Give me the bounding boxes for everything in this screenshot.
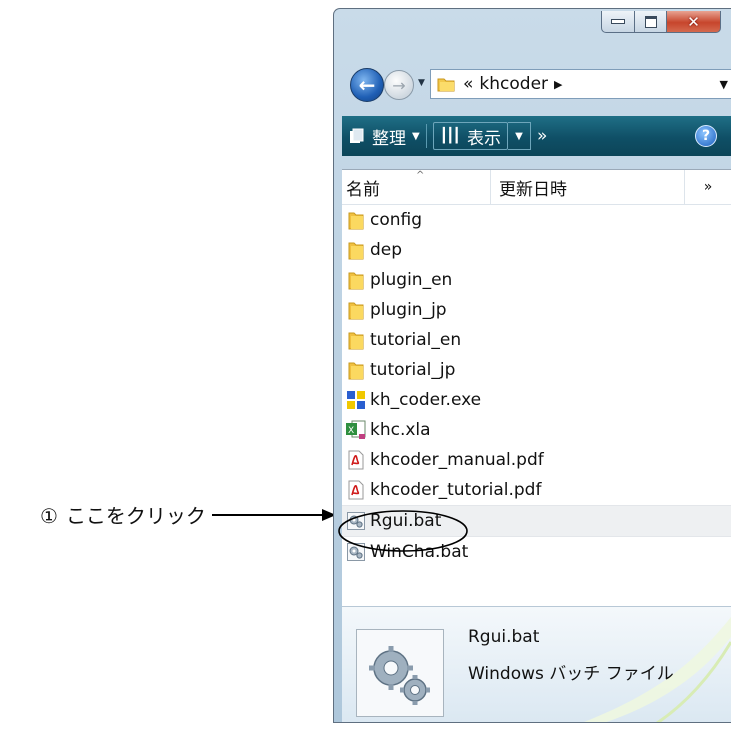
column-header-date[interactable]: 更新日時 <box>491 170 685 204</box>
toolbar-overflow-label: » <box>537 126 548 146</box>
exe-icon <box>346 390 366 410</box>
folder-icon <box>346 330 366 350</box>
organize-label: 整理 <box>372 128 406 149</box>
pdf-icon <box>346 450 366 470</box>
file-list-item[interactable]: plugin_jp <box>342 295 731 325</box>
sort-ascending-icon: ^ <box>416 170 425 181</box>
organize-dropdown-icon: ▼ <box>412 130 420 142</box>
file-name-label: tutorial_en <box>370 330 462 350</box>
help-button[interactable]: ? <box>695 125 717 147</box>
column-overflow-button[interactable]: » <box>685 179 731 195</box>
back-button[interactable]: ← <box>350 68 384 102</box>
batch-file-large-icon <box>356 629 444 717</box>
details-file-type: Windows バッチ ファイル <box>468 664 674 684</box>
forward-button[interactable]: → <box>384 70 414 100</box>
file-name-label: config <box>370 210 423 230</box>
file-name-label: plugin_en <box>370 270 453 290</box>
file-name-label: dep <box>370 240 403 260</box>
annotation-ellipse <box>338 510 468 552</box>
details-pane: Rgui.bat Windows バッチ ファイル <box>342 606 731 722</box>
file-name-label: tutorial_jp <box>370 360 456 380</box>
help-icon: ? <box>701 128 711 144</box>
folder-icon <box>346 360 366 380</box>
maximize-button[interactable] <box>635 11 667 33</box>
views-dropdown-button[interactable]: ▼ <box>508 122 531 150</box>
close-icon: ✕ <box>687 12 700 31</box>
file-list-item[interactable]: Xkhc.xla <box>342 415 731 445</box>
column-header-row: 名前 ^ 更新日時 » <box>342 170 731 205</box>
annotation-text: ここをクリック <box>65 504 206 528</box>
folder-icon <box>346 270 366 290</box>
close-button[interactable]: ✕ <box>667 11 721 33</box>
organize-button[interactable]: 整理 ▼ <box>342 116 426 156</box>
column-overflow-label: » <box>703 179 713 195</box>
annotation-arrow-icon <box>212 509 336 521</box>
file-list-item[interactable]: tutorial_en <box>342 325 731 355</box>
folder-icon <box>346 210 366 230</box>
address-overflow-chevron[interactable]: « <box>463 74 473 94</box>
file-name-label: plugin_jp <box>370 300 447 320</box>
annotation-number: ① <box>40 504 58 528</box>
explorer-window: ✕ ← → ▼ « khcoder ▶ ▼ 整理 ▼ ┃┃┃ 表示 ▼ » ? … <box>333 8 731 723</box>
recent-pages-dropdown-icon[interactable]: ▼ <box>418 78 425 88</box>
file-list-item[interactable]: khcoder_manual.pdf <box>342 445 731 475</box>
address-path-segment[interactable]: khcoder <box>479 74 548 94</box>
address-bar[interactable]: « khcoder ▶ ▼ <box>430 69 731 99</box>
file-name-label: kh_coder.exe <box>370 390 482 410</box>
command-bar: 整理 ▼ ┃┃┃ 表示 ▼ » ? <box>342 116 731 156</box>
excel-icon: X <box>346 420 366 440</box>
annotation-label: ① ここをクリック <box>40 500 206 529</box>
file-list-item[interactable]: plugin_en <box>342 265 731 295</box>
column-header-name[interactable]: 名前 ^ <box>342 170 491 204</box>
file-list-item[interactable]: kh_coder.exe <box>342 385 731 415</box>
forward-arrow-icon: → <box>392 75 406 95</box>
folder-icon <box>346 300 366 320</box>
file-list-item[interactable]: tutorial_jp <box>342 355 731 385</box>
file-name-label: khcoder_manual.pdf <box>370 450 544 470</box>
maximize-icon <box>644 15 657 28</box>
toolbar-divider <box>425 124 427 148</box>
minimize-icon <box>611 19 625 24</box>
details-file-name: Rgui.bat <box>468 627 540 647</box>
chevron-down-icon: ▼ <box>515 130 523 142</box>
views-icon: ┃┃┃ <box>439 128 461 144</box>
file-name-label: khc.xla <box>370 420 431 440</box>
caption-buttons: ✕ <box>601 11 721 33</box>
file-name-label: khcoder_tutorial.pdf <box>370 480 542 500</box>
chevron-right-icon[interactable]: ▶ <box>554 78 562 91</box>
organize-icon <box>350 128 364 143</box>
toolbar-overflow-button[interactable]: » <box>531 116 553 156</box>
folder-icon <box>437 78 455 92</box>
views-button[interactable]: ┃┃┃ 表示 <box>432 122 508 150</box>
file-list-item[interactable]: dep <box>342 235 731 265</box>
views-label: 表示 <box>467 128 501 149</box>
minimize-button[interactable] <box>601 11 635 33</box>
column-date-label: 更新日時 <box>499 179 567 200</box>
back-arrow-icon: ← <box>358 73 376 97</box>
svg-text:X: X <box>348 426 354 436</box>
column-name-label: 名前 <box>346 179 380 200</box>
folder-icon <box>346 240 366 260</box>
file-list-item[interactable]: config <box>342 205 731 235</box>
pdf-icon <box>346 480 366 500</box>
address-dropdown-icon[interactable]: ▼ <box>720 78 728 91</box>
file-list-item[interactable]: khcoder_tutorial.pdf <box>342 475 731 505</box>
address-row: ← → ▼ « khcoder ▶ ▼ <box>342 64 731 108</box>
